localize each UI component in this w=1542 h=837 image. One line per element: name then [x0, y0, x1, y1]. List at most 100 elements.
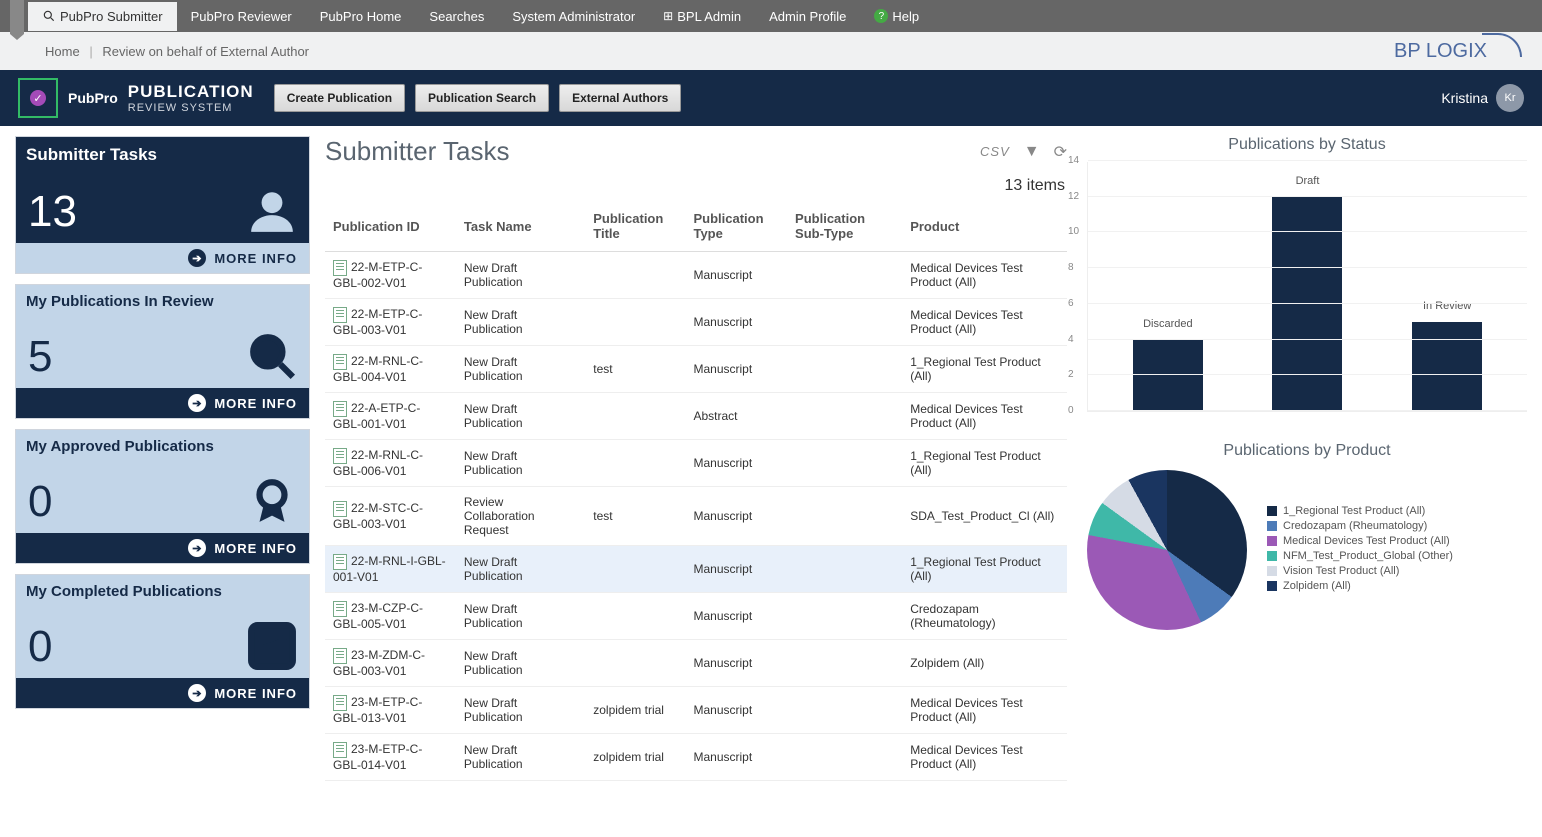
y-tick: 6 — [1068, 298, 1074, 309]
bar-column: Draft — [1253, 197, 1362, 411]
cell-pub-id: 22-M-RNL-C-GBL-006-V01 — [325, 440, 456, 487]
bp-logix-text: BP LOGIX — [1394, 40, 1487, 63]
more-info-button[interactable]: ➔ MORE INFO — [16, 678, 309, 708]
cell-pub-id: 22-M-ETP-C-GBL-002-V01 — [325, 252, 456, 299]
column-header[interactable]: Publication Type — [685, 201, 787, 252]
user-block[interactable]: Kristina Kr — [1441, 84, 1524, 112]
logo-name: PubPro — [68, 90, 118, 106]
legend-label: Credozapam (Rheumatology) — [1283, 520, 1427, 532]
cell-product: Credozapam (Rheumatology) — [902, 593, 1067, 640]
top-tab[interactable]: PubPro Home — [306, 2, 416, 31]
help-icon: ? — [874, 9, 888, 23]
more-info-button[interactable]: ➔MORE INFO — [16, 243, 309, 273]
cell-task: New Draft Publication — [456, 299, 585, 346]
y-tick: 4 — [1068, 334, 1074, 345]
charts-panel: Publications by Status DiscardedDraftIn … — [1087, 136, 1527, 781]
pie-legend: 1_Regional Test Product (All) Credozapam … — [1267, 505, 1453, 595]
legend-swatch — [1267, 506, 1277, 516]
breadcrumb-separator: | — [89, 44, 92, 59]
cell-subtype — [787, 440, 902, 487]
legend-swatch — [1267, 581, 1277, 591]
cell-title: test — [585, 346, 685, 393]
table-row[interactable]: 22-M-ETP-C-GBL-003-V01New Draft Publicat… — [325, 299, 1067, 346]
export-csv-button[interactable]: CSV — [980, 144, 1010, 159]
cell-product: Medical Devices Test Product (All) — [902, 734, 1067, 781]
top-tab[interactable]: ⊞BPL Admin — [649, 2, 755, 31]
cell-title — [585, 252, 685, 299]
pie-chart — [1087, 470, 1247, 630]
card-body: 13 — [16, 173, 309, 243]
cell-type: Manuscript — [685, 299, 787, 346]
grid-line: 12 — [1088, 196, 1527, 197]
more-info-button[interactable]: ➔MORE INFO — [16, 388, 309, 418]
cell-pub-id: 22-M-STC-C-GBL-003-V01 — [325, 487, 456, 546]
column-header[interactable]: Product — [902, 201, 1067, 252]
table-row[interactable]: 22-M-STC-C-GBL-003-V01Review Collaborati… — [325, 487, 1067, 546]
check-icon — [247, 621, 297, 674]
legend-label: NFM_Test_Product_Global (Other) — [1283, 550, 1453, 562]
table-row[interactable]: 22-M-RNL-C-GBL-006-V01New Draft Publicat… — [325, 440, 1067, 487]
column-header[interactable]: Publication Sub-Type — [787, 201, 902, 252]
logo-sub2: REVIEW SYSTEM — [128, 102, 254, 114]
app-header: ✓ PubPro PUBLICATION REVIEW SYSTEM Creat… — [0, 70, 1542, 126]
header-buttons: Create Publication Publication Search Exte… — [274, 84, 682, 112]
refresh-icon[interactable]: ⟳ — [1054, 142, 1067, 162]
cell-type: Manuscript — [685, 487, 787, 546]
arrow-right-icon: ➔ — [188, 684, 206, 702]
document-icon — [333, 601, 347, 617]
cell-task: New Draft Publication — [456, 687, 585, 734]
legend-label: Medical Devices Test Product (All) — [1283, 535, 1450, 547]
legend-label: 1_Regional Test Product (All) — [1283, 505, 1425, 517]
card-body: 5 — [16, 318, 309, 388]
top-tab[interactable]: PubPro Reviewer — [177, 2, 306, 31]
top-tab[interactable]: System Administrator — [498, 2, 649, 31]
table-row[interactable]: 22-M-RNL-C-GBL-004-V01New Draft Publicat… — [325, 346, 1067, 393]
tasks-table: Publication IDTask NamePublication Title… — [325, 201, 1067, 781]
tab-label: PubPro Reviewer — [191, 9, 292, 24]
table-row[interactable]: 23-M-ETP-C-GBL-014-V01New Draft Publicat… — [325, 734, 1067, 781]
cell-title: zolpidem trial — [585, 687, 685, 734]
column-header[interactable]: Publication Title — [585, 201, 685, 252]
bookmark-ribbon — [10, 0, 24, 40]
document-icon — [333, 260, 347, 276]
header-button[interactable]: External Authors — [559, 84, 681, 112]
breadcrumb-home[interactable]: Home — [45, 44, 80, 59]
more-info-button[interactable]: ➔MORE INFO — [16, 533, 309, 563]
grid-line: 0 — [1088, 410, 1527, 411]
more-info-label: MORE INFO — [214, 686, 297, 701]
top-tab[interactable]: Searches — [415, 2, 498, 31]
cell-type: Manuscript — [685, 546, 787, 593]
avatar[interactable]: Kr — [1496, 84, 1524, 112]
top-tab[interactable]: ?Help — [860, 2, 933, 31]
legend-item: Credozapam (Rheumatology) — [1267, 520, 1453, 532]
header-button[interactable]: Create Publication — [274, 84, 405, 112]
top-tab[interactable]: Admin Profile — [755, 2, 860, 31]
table-row[interactable]: 22-A-ETP-C-GBL-001-V01New Draft Publicat… — [325, 393, 1067, 440]
card-title: My Publications In Review — [16, 285, 309, 318]
cell-pub-id: 22-M-ETP-C-GBL-003-V01 — [325, 299, 456, 346]
cell-title: test — [585, 487, 685, 546]
grid-line: 8 — [1088, 267, 1527, 268]
bar-chart: DiscardedDraftIn Review 02468101214 — [1087, 162, 1527, 412]
column-header[interactable]: Publication ID — [325, 201, 456, 252]
table-row[interactable]: 23-M-ZDM-C-GBL-003-V01New Draft Publicat… — [325, 640, 1067, 687]
table-row[interactable]: 23-M-CZP-C-GBL-005-V01New Draft Publicat… — [325, 593, 1067, 640]
column-header[interactable]: Task Name — [456, 201, 585, 252]
table-row[interactable]: 22-M-RNL-I-GBL-001-V01New Draft Publicat… — [325, 546, 1067, 593]
cell-subtype — [787, 252, 902, 299]
filter-icon[interactable]: ▼ — [1024, 143, 1040, 161]
table-row[interactable]: 22-M-ETP-C-GBL-002-V01New Draft Publicat… — [325, 252, 1067, 299]
cell-title — [585, 440, 685, 487]
card-count: 0 — [28, 622, 52, 672]
app-logo: ✓ PubPro PUBLICATION REVIEW SYSTEM — [18, 78, 254, 118]
top-tab[interactable]: PubPro Submitter — [28, 2, 177, 31]
y-tick: 14 — [1068, 155, 1079, 166]
cell-subtype — [787, 593, 902, 640]
card-body: 0 — [16, 463, 309, 533]
legend-swatch — [1267, 566, 1277, 576]
bar-label: Discarded — [1143, 318, 1193, 330]
bp-logix-logo: BP LOGIX — [1394, 40, 1522, 63]
cell-type: Manuscript — [685, 687, 787, 734]
header-button[interactable]: Publication Search — [415, 84, 549, 112]
table-row[interactable]: 23-M-ETP-C-GBL-013-V01New Draft Publicat… — [325, 687, 1067, 734]
